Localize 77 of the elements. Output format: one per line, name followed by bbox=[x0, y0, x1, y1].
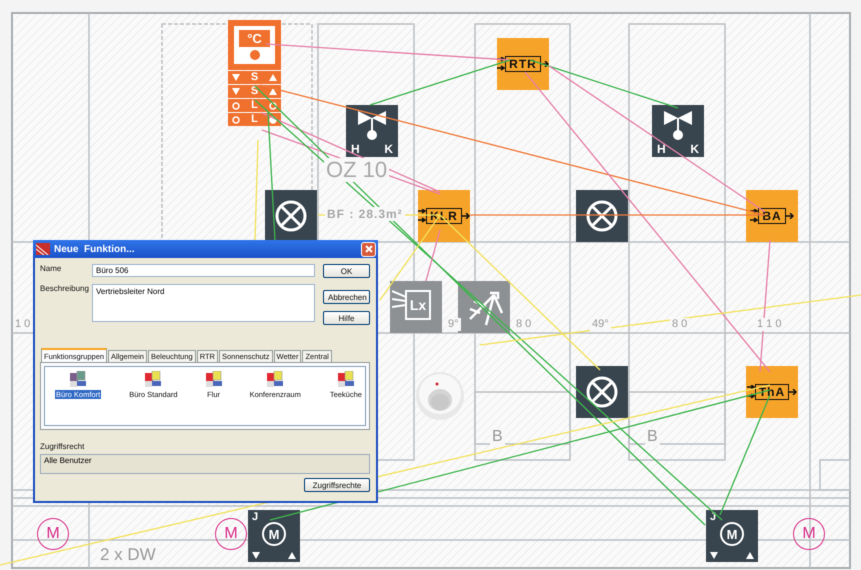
lamp-icon bbox=[585, 199, 619, 233]
motor-marker[interactable]: M bbox=[215, 518, 247, 550]
lamp-icon bbox=[274, 199, 308, 233]
plan-label: OZ 10 bbox=[324, 158, 390, 182]
output-arrow-icon bbox=[786, 213, 794, 219]
input-arrows-icon bbox=[750, 209, 758, 223]
block-label: ThA bbox=[754, 384, 790, 400]
plan-label: 9° bbox=[446, 318, 461, 331]
down-triangle-icon[interactable] bbox=[252, 552, 260, 559]
close-icon bbox=[364, 245, 372, 253]
down-triangle-icon[interactable] bbox=[710, 552, 718, 559]
output-arrow-icon bbox=[789, 389, 798, 395]
plan-label: B bbox=[490, 428, 505, 446]
dot-icon bbox=[250, 50, 260, 60]
lamp-tile[interactable] bbox=[265, 190, 317, 242]
access-label: Zugriffsrecht bbox=[40, 442, 86, 451]
valve-icon bbox=[663, 109, 693, 141]
output-arrow-icon bbox=[540, 61, 549, 67]
plan-label: B bbox=[645, 428, 660, 446]
up-triangle-icon[interactable] bbox=[746, 552, 754, 559]
sun-sensor-tile[interactable] bbox=[458, 281, 510, 333]
lamp-icon bbox=[585, 375, 619, 409]
function-block[interactable]: RTR bbox=[497, 38, 549, 90]
lux-label: Lx bbox=[405, 290, 431, 320]
lamp-tile[interactable] bbox=[576, 366, 628, 418]
description-field[interactable]: Vertriebsleiter Nord bbox=[92, 284, 315, 322]
input-arrows-icon bbox=[746, 385, 755, 399]
key-letter: L bbox=[251, 114, 258, 125]
plan-label: 2 x DW bbox=[98, 545, 158, 564]
valve-letter: K bbox=[384, 143, 393, 155]
valve-tile[interactable]: H K bbox=[652, 105, 704, 157]
function-block[interactable]: BA bbox=[746, 190, 798, 242]
input-arrows-icon bbox=[418, 209, 426, 223]
input-arrows-icon bbox=[497, 57, 506, 71]
field-label: Beschreibung bbox=[40, 284, 90, 293]
key-letter: S bbox=[250, 72, 258, 83]
plan-label: 1 1 0 bbox=[755, 318, 784, 331]
valve-letter: H bbox=[351, 143, 360, 155]
plan-label: BF : 28.3m² bbox=[325, 207, 405, 221]
group-icon[interactable] bbox=[267, 371, 284, 387]
valve-tile[interactable]: H K bbox=[346, 105, 398, 157]
field-label: Name bbox=[40, 264, 62, 273]
motor-tile[interactable]: J M bbox=[248, 510, 300, 562]
group-icon[interactable] bbox=[206, 371, 222, 387]
group-icon[interactable] bbox=[145, 371, 162, 387]
plan-label: 8 0 bbox=[514, 318, 534, 331]
plan-label: 49° bbox=[590, 318, 611, 331]
motor-symbol: M bbox=[262, 522, 286, 546]
access-rights-button[interactable]: Zugriffsrechte bbox=[304, 478, 370, 492]
dialog-button[interactable]: Hilfe bbox=[323, 311, 370, 325]
dialog-button[interactable]: OK bbox=[323, 264, 370, 278]
name-field[interactable]: Büro 506 bbox=[92, 264, 315, 277]
dialog-button[interactable]: Abbrechen bbox=[323, 290, 370, 304]
window-title: Neue Funktion... bbox=[54, 244, 136, 254]
motor-symbol: M bbox=[720, 522, 744, 546]
motor-letter: J bbox=[252, 512, 258, 523]
valve-letter: H bbox=[657, 143, 666, 155]
close-button[interactable] bbox=[361, 242, 376, 256]
lamp-tile[interactable] bbox=[576, 190, 628, 242]
plan-label: 8 0 bbox=[670, 318, 690, 331]
block-label: BA bbox=[758, 208, 786, 224]
valve-letter: K bbox=[690, 143, 699, 155]
motor-marker[interactable]: M bbox=[793, 518, 825, 550]
group-icon[interactable] bbox=[338, 371, 354, 387]
block-label: RTR bbox=[505, 56, 541, 72]
up-triangle-icon[interactable] bbox=[288, 552, 296, 559]
temperature-unit: °C bbox=[239, 30, 270, 47]
valve-icon bbox=[357, 109, 387, 141]
output-arrow-icon bbox=[462, 213, 470, 219]
key-letter: L bbox=[251, 100, 258, 111]
function-block[interactable]: ThA bbox=[746, 366, 798, 418]
light-rays-icon bbox=[392, 289, 406, 311]
motor-marker[interactable]: M bbox=[37, 518, 69, 550]
group-icon[interactable] bbox=[70, 371, 86, 387]
app-icon bbox=[36, 243, 50, 255]
access-field: Alle Benutzer bbox=[40, 454, 370, 474]
plan-label: 1 0 bbox=[13, 318, 32, 331]
